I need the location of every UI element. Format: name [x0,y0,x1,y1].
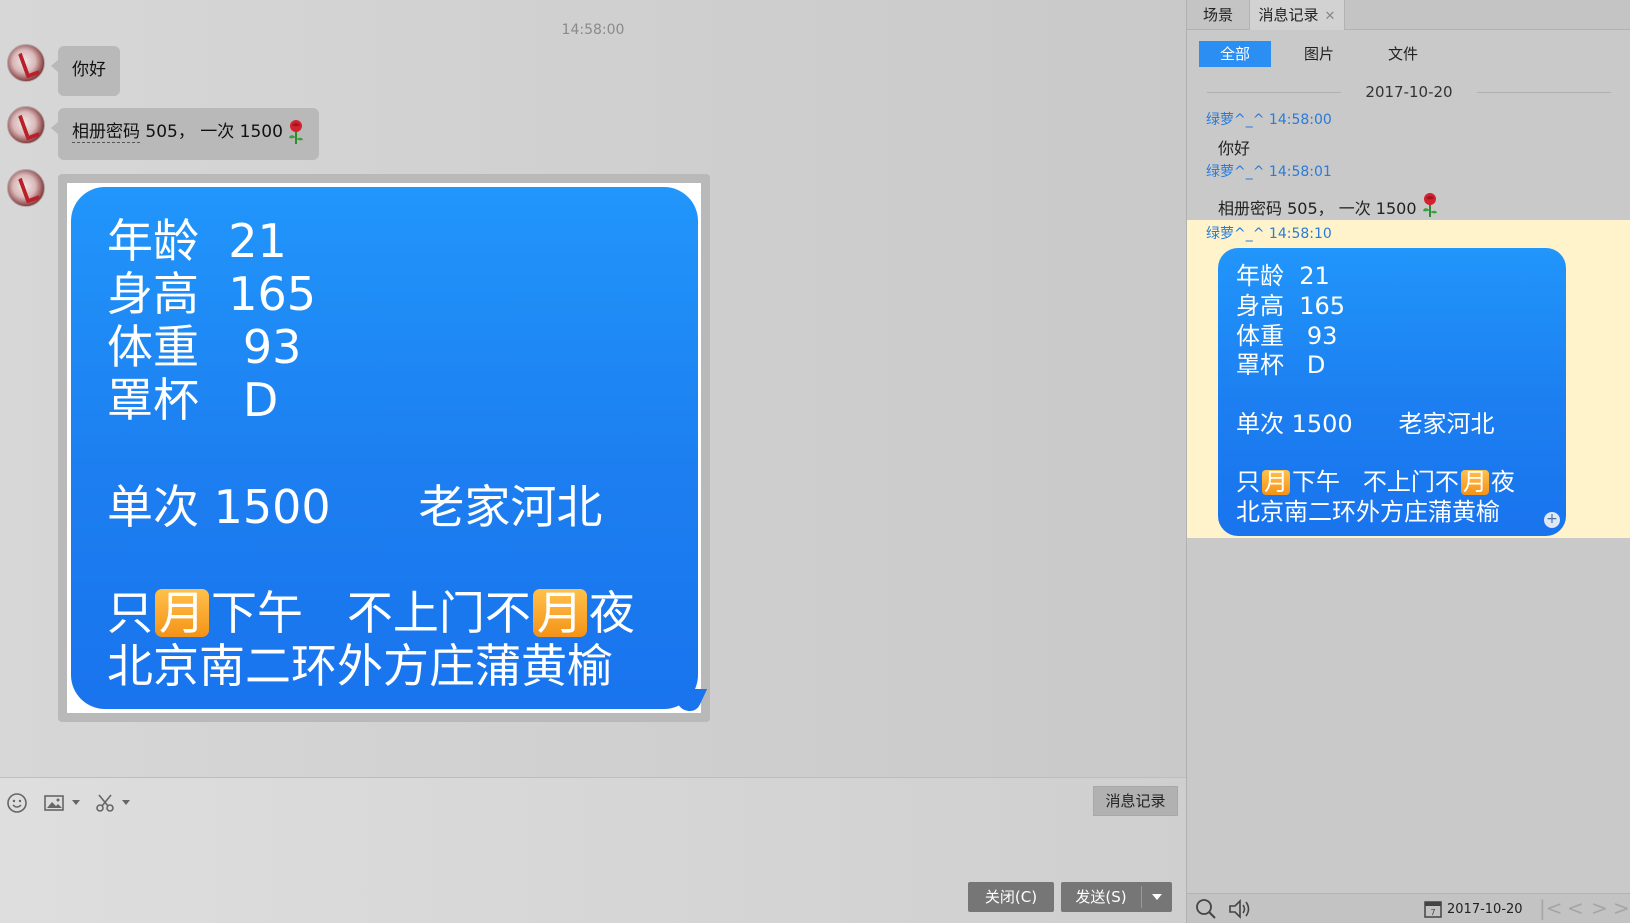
chat-pane: 14:58:00 你好 相册密码 505， 一次 1500 年龄 21 身高 1… [0,0,1186,923]
smile-icon[interactable] [6,792,28,814]
speaker-icon[interactable] [1227,898,1253,923]
last-page-icon[interactable]: > [1613,897,1630,919]
image-message[interactable]: 年龄 21 身高 165 体重 93 罩杯 D 单次 1500 老家河北 只月下… [58,174,710,722]
image-content: 年龄 21 身高 165 体重 93 罩杯 D 单次 1500 老家河北 只月下… [71,187,698,709]
message-text: 你好 [72,60,106,80]
rose-icon [288,120,303,144]
image-text-line: 单次 1500 老家河北 [1236,410,1495,438]
message-bubble[interactable]: 你好 [51,46,120,96]
contact-avatar[interactable] [7,44,45,82]
next-page-icon[interactable]: > [1591,897,1608,919]
message-timestamp: 14:58:00 [561,22,625,38]
message-text-rest: 505， 一次 1500 [140,122,283,142]
tab-label: 消息记录 [1258,6,1319,24]
image-menu-caret[interactable] [72,800,80,805]
contact-avatar[interactable] [7,169,45,207]
calendar-icon[interactable]: 7 [1423,899,1443,923]
svg-text:7: 7 [1430,908,1435,917]
screenshot-menu-caret[interactable] [122,800,130,805]
footer-date[interactable]: 2017-10-20 [1447,902,1523,917]
close-icon[interactable]: ✕ [1325,9,1336,24]
date-separator: 2017-10-20 [1187,82,1630,102]
image-text-line: 罩杯 D [1236,351,1326,379]
image-text-line: 北京南二环外方庄蒲黄榆 [1236,498,1500,526]
album-password-link[interactable]: 相册密码 [72,122,140,143]
search-icon[interactable] [1195,898,1217,923]
close-button[interactable]: 关闭(C) [968,882,1054,912]
history-entry-text: 你好 [1218,139,1251,158]
image-frame: 年龄 21 身高 165 体重 93 罩杯 D 单次 1500 老家河北 只月下… [67,183,701,713]
scissors-icon[interactable] [94,792,116,814]
send-label[interactable]: 发送(S) [1061,882,1141,912]
image-text-line: 罩杯 D [107,373,279,427]
previous-page-icon[interactable]: < [1567,897,1584,919]
rose-icon [1422,192,1437,217]
history-pane: 场景 消息记录 ✕ 全部 图片 文件 2017-10-20 绿萝^_^ 14:58… [1186,0,1630,923]
message-text: 相册密码 505， 一次 1500 [58,108,319,156]
message-list[interactable]: 14:58:00 你好 相册密码 505， 一次 1500 年龄 21 身高 1… [0,0,1186,777]
history-entry-meta: 绿萝^_^ 14:58:10 [1206,226,1332,242]
message-history-button[interactable]: 消息记录 [1093,786,1178,816]
zoom-in-icon[interactable]: + [1544,512,1560,528]
message-bubble[interactable]: 相册密码 505， 一次 1500 [51,108,319,160]
history-entry-text: 相册密码 505， 一次 1500 [1218,192,1439,219]
filter-files[interactable]: 文件 [1367,41,1439,67]
panel-tab-bar: 场景 消息记录 ✕ [1187,0,1630,30]
send-options-caret[interactable] [1152,894,1162,900]
contact-avatar[interactable] [7,106,45,144]
history-entry-meta: 绿萝^_^ 14:58:00 [1206,112,1332,128]
send-split-divider [1141,886,1142,908]
tab-message-history[interactable]: 消息记录 ✕ [1249,0,1345,30]
history-footer: 7 2017-10-20 |< < > > [1187,893,1630,923]
history-image-thumbnail[interactable]: 年龄 21 身高 165 体重 93 罩杯 D 单次 1500 老家河北 只月下… [1218,248,1566,536]
tab-scene[interactable]: 场景 [1187,0,1249,30]
history-entry-meta: 绿萝^_^ 14:58:01 [1206,164,1332,180]
history-entry-text-content: 相册密码 505， 一次 1500 [1218,199,1417,218]
divider [1477,92,1611,93]
filter-all[interactable]: 全部 [1199,41,1271,67]
filter-images[interactable]: 图片 [1283,41,1355,67]
image-text-line: 单次 1500 老家河北 [107,480,603,534]
image-icon[interactable] [43,792,65,814]
send-button[interactable]: 发送(S) [1061,882,1172,912]
first-page-icon[interactable]: |< [1539,897,1563,919]
image-text-line: 北京南二环外方庄蒲黄榆 [107,639,613,693]
input-area[interactable]: 消息记录 关闭(C) 发送(S) [0,777,1186,923]
